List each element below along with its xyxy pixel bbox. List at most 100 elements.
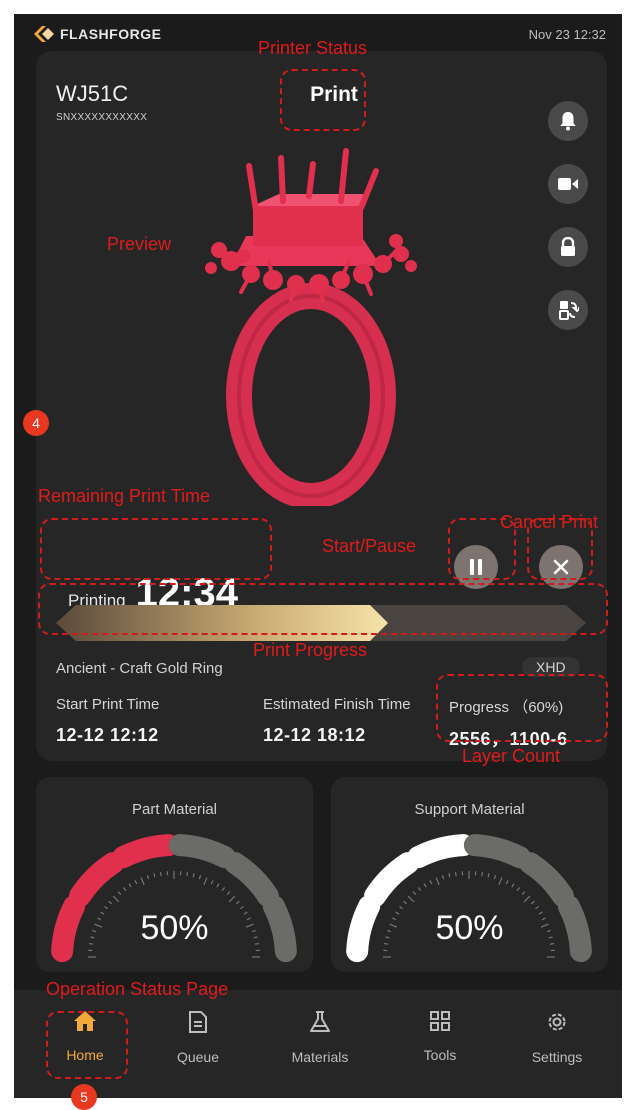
gauge-segment [180, 845, 225, 857]
nav-label-tools: Tools [395, 1047, 485, 1063]
callout-badge-5: 5 [71, 1084, 97, 1110]
gauge-tick [436, 878, 439, 885]
nav-settings[interactable]: Settings [512, 1010, 602, 1065]
gauge-tick [413, 892, 416, 895]
brand-logo: FLASHFORGE [34, 26, 161, 42]
annotation-print-progress: Print Progress [253, 640, 367, 661]
annotation-start-pause: Start/Pause [322, 536, 416, 557]
gauge-tick [522, 892, 525, 895]
gauge-tick [418, 887, 420, 890]
annotation-remaining-time: Remaining Print Time [38, 486, 210, 507]
gauge-tick [229, 896, 235, 902]
brand-name: FLASHFORGE [60, 26, 161, 42]
gauge-tick [193, 873, 194, 877]
gauge-tick [456, 872, 457, 876]
support-material-card: Support Material 50% [331, 777, 608, 972]
gauge-tick [499, 878, 502, 885]
gauge-tick [517, 887, 519, 890]
lock-icon [559, 237, 577, 257]
gauge-tick [109, 901, 112, 904]
gauge-tick [236, 901, 239, 904]
gauge-segment [475, 845, 520, 857]
gauge-segment [530, 863, 563, 896]
gauge-tick [161, 872, 162, 876]
nav-label-materials: Materials [275, 1049, 365, 1065]
printer-serial: SNXXXXXXXXXXX [56, 112, 147, 123]
nav-label-settings: Settings [512, 1049, 602, 1065]
gauge-segment [235, 863, 268, 896]
gauge-segment [80, 863, 113, 896]
flask-icon [309, 1010, 331, 1034]
gear-icon [545, 1010, 569, 1034]
document-icon [188, 1010, 208, 1034]
gauge-tick [531, 901, 534, 904]
progress-layer-highlight [436, 674, 608, 742]
start-pause-highlight [448, 518, 516, 580]
annotation-printer-status: Printer Status [258, 38, 367, 59]
gauge-tick [430, 880, 432, 884]
printer-model: WJ51C [56, 81, 128, 107]
gauge-tick [524, 896, 530, 902]
home-highlight [46, 1011, 128, 1079]
gauge-tick [199, 875, 200, 879]
start-time-value: 12-12 12:12 [56, 725, 159, 746]
status-datetime: Nov 23 12:32 [529, 27, 606, 42]
gauge-tick [113, 896, 119, 902]
gauge-tick [211, 880, 213, 884]
nav-queue[interactable]: Queue [153, 1010, 243, 1065]
grid-icon [429, 1010, 451, 1032]
gauge-tick [147, 875, 148, 879]
gauge-tick [222, 887, 224, 890]
gauge-tick [129, 884, 131, 887]
printer-status-highlight [280, 69, 366, 131]
part-material-percent: 50% [36, 909, 313, 948]
part-material-title: Part Material [36, 801, 313, 818]
nav-materials[interactable]: Materials [275, 1010, 365, 1065]
gauge-tick [512, 884, 514, 887]
gauge-tick [494, 875, 495, 879]
nav-tools[interactable]: Tools [395, 1010, 485, 1063]
job-name: Ancient - Craft Gold Ring [56, 660, 223, 677]
gauge-tick [154, 873, 155, 877]
annotation-layer-count: Layer Count [462, 746, 560, 767]
camera-icon [557, 176, 579, 192]
gauge-tick [424, 884, 426, 887]
model-preview [191, 146, 451, 506]
gauge-tick [118, 892, 121, 895]
lock-button[interactable] [548, 227, 588, 267]
camera-button[interactable] [548, 164, 588, 204]
finish-time-value: 12-12 18:12 [263, 725, 366, 746]
notifications-button[interactable] [548, 101, 588, 141]
gauge-tick [442, 875, 443, 879]
gauge-tick [488, 873, 489, 877]
gauge-tick [408, 896, 414, 902]
support-material-percent: 50% [331, 909, 608, 948]
remaining-time-highlight [40, 518, 272, 580]
cancel-highlight [527, 518, 593, 580]
support-material-title: Support Material [331, 801, 608, 818]
gauge-tick [482, 872, 483, 876]
finish-time-label: Estimated Finish Time [263, 696, 411, 713]
gauge-tick [449, 873, 450, 877]
callout-badge-4: 4 [23, 410, 49, 436]
annotation-operation-status: Operation Status Page [46, 979, 228, 1000]
gauge-tick [204, 878, 207, 885]
part-material-card: Part Material 50% [36, 777, 313, 972]
annotation-preview: Preview [107, 234, 171, 255]
gauge-tick [404, 901, 407, 904]
gauge-tick [217, 884, 219, 887]
start-time-label: Start Print Time [56, 696, 159, 713]
progress-bar-highlight [38, 583, 608, 635]
gauge-tick [135, 880, 137, 884]
flashforge-logo-icon [34, 26, 54, 42]
nav-label-queue: Queue [153, 1049, 243, 1065]
gauge-segment [418, 845, 463, 857]
gauge-tick [506, 880, 508, 884]
gauge-segment [375, 863, 408, 896]
gauge-tick [187, 872, 188, 876]
bell-icon [559, 111, 577, 131]
switch-view-button[interactable] [548, 290, 588, 330]
gauge-tick [123, 887, 125, 890]
gauge-tick [141, 878, 144, 885]
gauge-segment [123, 845, 168, 857]
